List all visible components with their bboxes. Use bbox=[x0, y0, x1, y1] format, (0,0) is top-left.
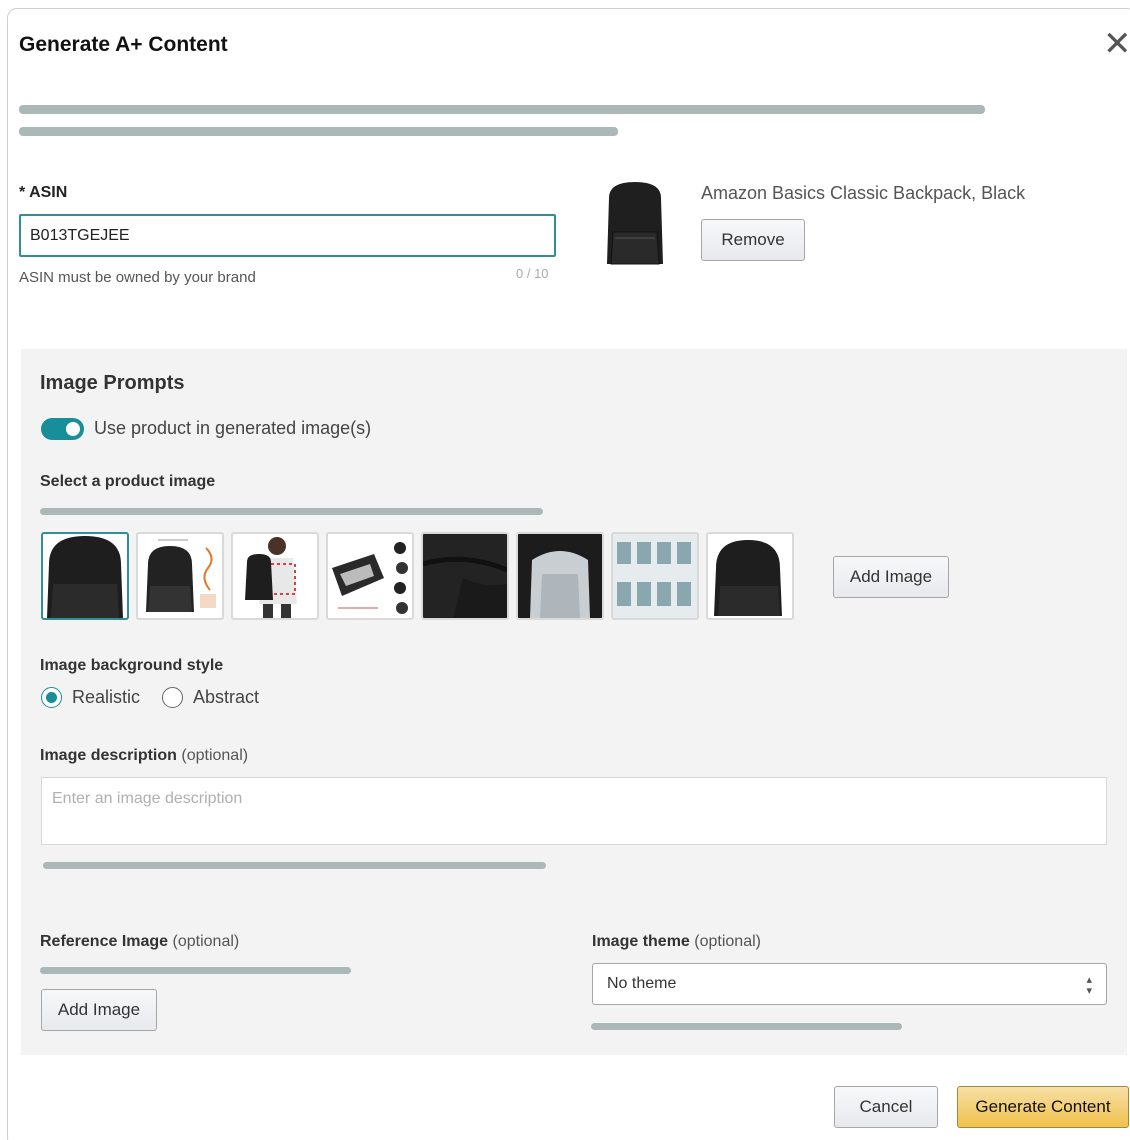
loading-placeholder-bar bbox=[43, 862, 546, 869]
loading-placeholder-bar bbox=[591, 1023, 902, 1030]
asin-character-counter: 0 / 10 bbox=[516, 266, 549, 281]
product-name: Amazon Basics Classic Backpack, Black bbox=[701, 183, 1026, 203]
loading-placeholder-bar bbox=[40, 508, 543, 515]
optional-text: (optional) bbox=[172, 933, 240, 950]
image-description-label: Image description (optional) bbox=[40, 747, 248, 765]
backpack-worn-image bbox=[245, 537, 297, 618]
label-text: Image theme bbox=[592, 933, 690, 950]
image-theme-label: Image theme (optional) bbox=[592, 933, 761, 951]
radio-button[interactable] bbox=[162, 687, 183, 708]
product-thumbnail[interactable] bbox=[516, 532, 604, 620]
add-product-image-button[interactable]: Add Image bbox=[833, 556, 949, 598]
background-style-option-abstract[interactable]: Abstract bbox=[162, 687, 259, 708]
select-product-image-label: Select a product image bbox=[40, 473, 216, 490]
backpack-angle-image bbox=[714, 540, 782, 616]
product-thumbnail[interactable] bbox=[41, 532, 129, 620]
asin-input[interactable] bbox=[19, 214, 556, 257]
backpack-interior-image bbox=[518, 534, 602, 618]
background-style-option-realistic[interactable]: Realistic bbox=[41, 687, 140, 708]
backpack-features-image bbox=[332, 542, 408, 614]
product-thumbnail[interactable] bbox=[136, 532, 224, 620]
radio-label: Abstract bbox=[193, 687, 260, 707]
generate-content-dialog: Generate A+ Content ✕ * ASIN ASIN must b… bbox=[7, 8, 1130, 1140]
generate-content-button[interactable]: Generate Content bbox=[957, 1086, 1129, 1128]
product-thumbnail[interactable] bbox=[231, 532, 319, 620]
backpack-image bbox=[47, 536, 123, 618]
optional-text: (optional) bbox=[181, 747, 249, 764]
product-thumbnail[interactable] bbox=[611, 532, 699, 620]
product-image bbox=[607, 182, 663, 265]
use-product-toggle-label: Use product in generated image(s) bbox=[94, 418, 372, 438]
background-style-label: Image background style bbox=[40, 657, 224, 674]
reference-image-label: Reference Image (optional) bbox=[40, 933, 239, 951]
add-reference-image-button[interactable]: Add Image bbox=[41, 989, 157, 1031]
image-theme-select[interactable]: No theme ▴ ▾ bbox=[592, 963, 1107, 1005]
loading-placeholder-bar bbox=[19, 105, 985, 114]
backpack-sizes-image bbox=[613, 534, 697, 618]
asin-hint: ASIN must be owned by your brand bbox=[19, 269, 256, 286]
radio-button-checked[interactable] bbox=[41, 687, 62, 708]
image-prompts-title: Image Prompts bbox=[40, 372, 185, 394]
label-text: Reference Image bbox=[40, 933, 169, 950]
close-icon[interactable]: ✕ bbox=[1103, 27, 1130, 61]
backpack-dimensions-image bbox=[146, 539, 216, 612]
selected-theme: No theme bbox=[607, 975, 677, 992]
asin-label: * ASIN bbox=[19, 184, 68, 201]
remove-button[interactable]: Remove bbox=[701, 219, 805, 261]
backpack-closeup-image bbox=[423, 534, 507, 618]
label-text: Image description bbox=[40, 747, 177, 764]
image-description-input[interactable]: Enter an image description bbox=[41, 777, 1107, 845]
cancel-button[interactable]: Cancel bbox=[834, 1086, 938, 1128]
loading-placeholder-bar bbox=[40, 967, 351, 974]
product-thumbnail[interactable] bbox=[421, 532, 509, 620]
use-product-toggle[interactable] bbox=[41, 418, 84, 440]
product-thumbnail[interactable] bbox=[706, 532, 794, 620]
optional-text: (optional) bbox=[694, 933, 761, 950]
product-thumbnail[interactable] bbox=[326, 532, 414, 620]
dialog-title: Generate A+ Content bbox=[19, 33, 228, 56]
radio-label: Realistic bbox=[72, 687, 141, 707]
product-image-thumbnails bbox=[41, 532, 794, 620]
select-arrows-icon: ▴ ▾ bbox=[1086, 974, 1092, 997]
loading-placeholder-bar bbox=[19, 127, 618, 136]
